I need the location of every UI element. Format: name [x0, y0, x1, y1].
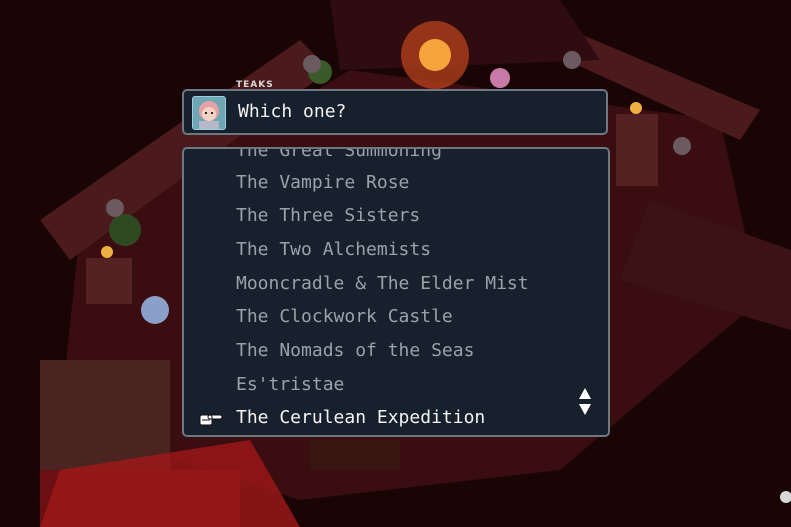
scroll-up-down-icon[interactable]	[578, 387, 592, 417]
menu-item-three-sisters[interactable]: The Three Sisters	[236, 205, 420, 226]
menu-item-great-summoning[interactable]: The Great Summoning	[236, 149, 442, 161]
lamp-right	[630, 102, 642, 114]
dialog-text: Which one?	[238, 101, 347, 122]
table	[310, 440, 400, 470]
window-right	[673, 137, 691, 155]
speaker-portrait	[192, 96, 226, 130]
dialog-box: Which one?	[182, 89, 608, 135]
plant-left	[109, 214, 141, 246]
menu-item-mooncradle[interactable]: Mooncradle & The Elder Mist	[236, 273, 529, 294]
menu-item-estristae[interactable]: Es'tristae	[236, 374, 344, 395]
portrait-avatar-icon	[193, 97, 225, 129]
menu-item-clockwork-castle[interactable]: The Clockwork Castle	[236, 306, 453, 327]
pointing-hand-icon	[198, 410, 224, 428]
character-sprite	[141, 296, 169, 324]
menu-item-nomads[interactable]: The Nomads of the Seas	[236, 340, 474, 361]
choice-menu: The Great Summoning The Vampire Rose The…	[182, 147, 610, 437]
window-left	[106, 199, 124, 217]
menu-item-two-alchemists[interactable]: The Two Alchemists	[236, 239, 431, 260]
menu-item-vampire-rose[interactable]: The Vampire Rose	[236, 172, 409, 193]
lamp-left	[101, 246, 113, 258]
menu-item-cerulean-expedition[interactable]: The Cerulean Expedition	[236, 407, 485, 428]
pink-flowers	[490, 68, 510, 88]
